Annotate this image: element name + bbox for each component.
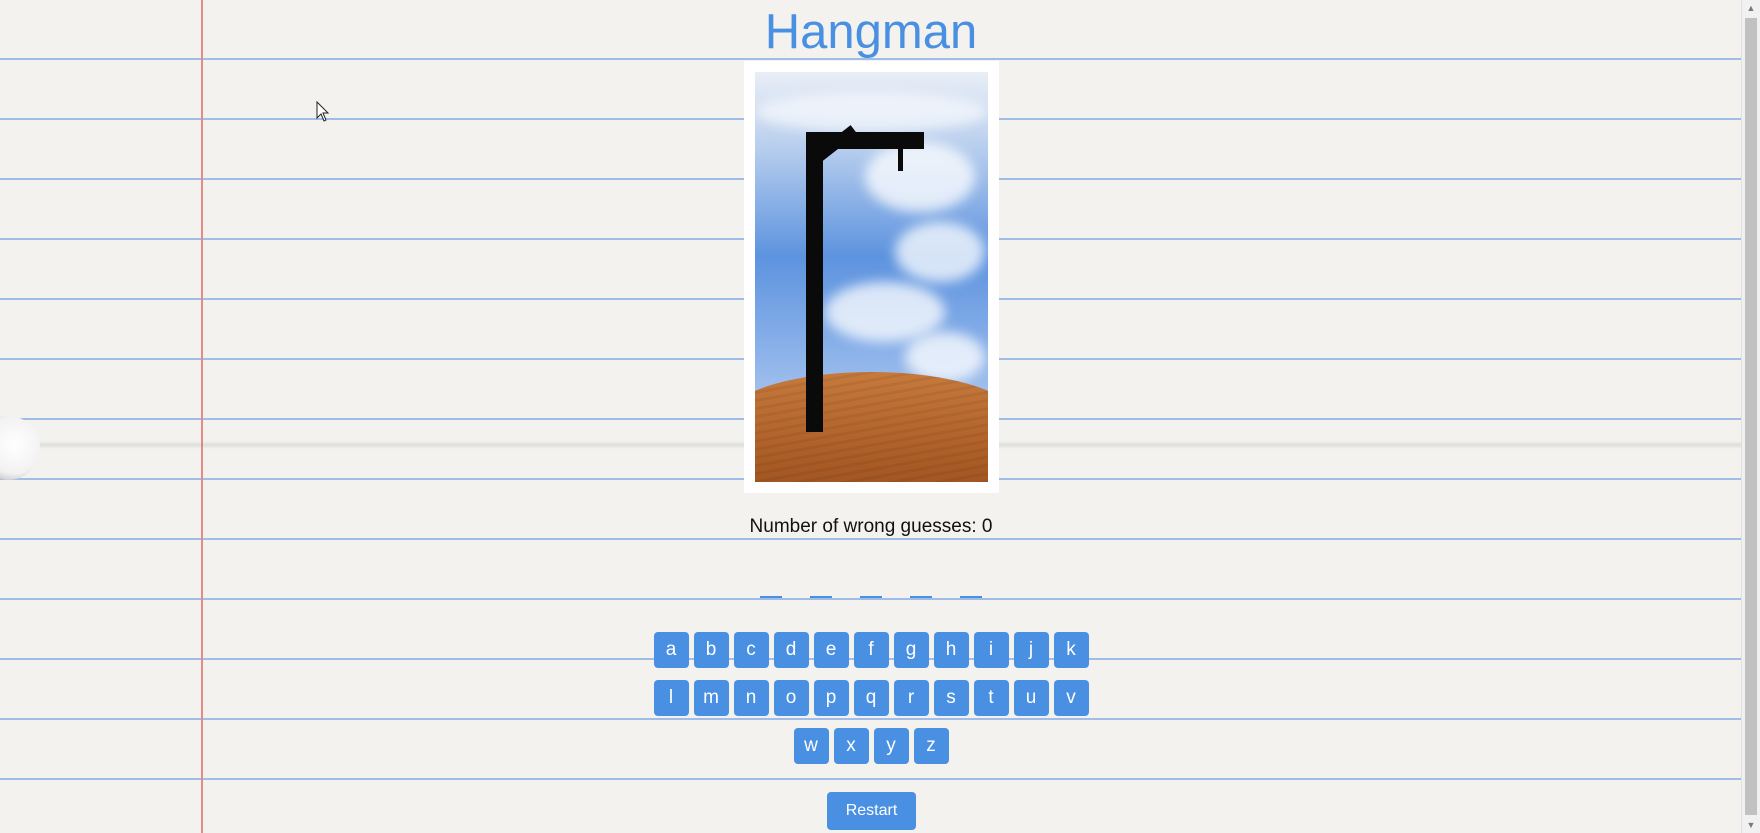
binder-hole (0, 416, 40, 480)
letter-key-k[interactable]: k (1053, 632, 1089, 668)
wrong-guesses-counter: Number of wrong guesses: 0 (749, 516, 993, 537)
vertical-scrollbar[interactable]: ▲ ▼ (1741, 0, 1760, 833)
letter-key-h[interactable]: h (933, 632, 969, 668)
letter-blank (760, 596, 782, 598)
letter-key-e[interactable]: e (813, 632, 849, 668)
word-display (0, 578, 1742, 598)
mouse-pointer-icon (316, 101, 330, 122)
letter-key-f[interactable]: f (853, 632, 889, 668)
letter-key-d[interactable]: d (773, 632, 809, 668)
letter-key-m[interactable]: m (693, 680, 729, 716)
letter-key-a[interactable]: a (653, 632, 689, 668)
letter-key-z[interactable]: z (913, 728, 949, 764)
letter-key-b[interactable]: b (693, 632, 729, 668)
letter-key-g[interactable]: g (893, 632, 929, 668)
restart-button[interactable]: Restart (827, 792, 916, 830)
chevron-up-icon[interactable]: ▲ (1742, 0, 1760, 16)
letter-keyboard: abcdefghijk lmnopqrstuv wxyz (0, 632, 1742, 776)
gallows-post (806, 132, 823, 432)
keyboard-row: abcdefghijk (0, 632, 1742, 668)
page-title: Hangman (764, 5, 978, 59)
ground (755, 372, 988, 482)
letter-key-p[interactable]: p (813, 680, 849, 716)
cloud (755, 92, 988, 132)
letter-key-o[interactable]: o (773, 680, 809, 716)
hangman-scene (755, 72, 988, 482)
hangman-scene-frame (744, 61, 999, 493)
scrollbar-thumb[interactable] (1745, 18, 1757, 815)
letter-key-w[interactable]: w (793, 728, 829, 764)
cloud (825, 282, 945, 342)
letter-key-t[interactable]: t (973, 680, 1009, 716)
letter-key-r[interactable]: r (893, 680, 929, 716)
letter-key-q[interactable]: q (853, 680, 889, 716)
letter-key-i[interactable]: i (973, 632, 1009, 668)
letter-blank (910, 596, 932, 598)
letter-key-v[interactable]: v (1053, 680, 1089, 716)
keyboard-row: wxyz (0, 728, 1742, 764)
letter-blank (960, 596, 982, 598)
cloud (865, 142, 975, 212)
letter-key-n[interactable]: n (733, 680, 769, 716)
letter-blank (860, 596, 882, 598)
letter-key-y[interactable]: y (873, 728, 909, 764)
chevron-down-icon[interactable]: ▼ (1742, 817, 1760, 833)
letter-key-x[interactable]: x (833, 728, 869, 764)
letter-key-j[interactable]: j (1013, 632, 1049, 668)
gallows-rope (898, 149, 903, 171)
letter-key-l[interactable]: l (653, 680, 689, 716)
letter-blank (810, 596, 832, 598)
cloud (895, 222, 985, 282)
letter-key-c[interactable]: c (733, 632, 769, 668)
letter-key-u[interactable]: u (1013, 680, 1049, 716)
keyboard-row: lmnopqrstuv (0, 680, 1742, 716)
letter-key-s[interactable]: s (933, 680, 969, 716)
